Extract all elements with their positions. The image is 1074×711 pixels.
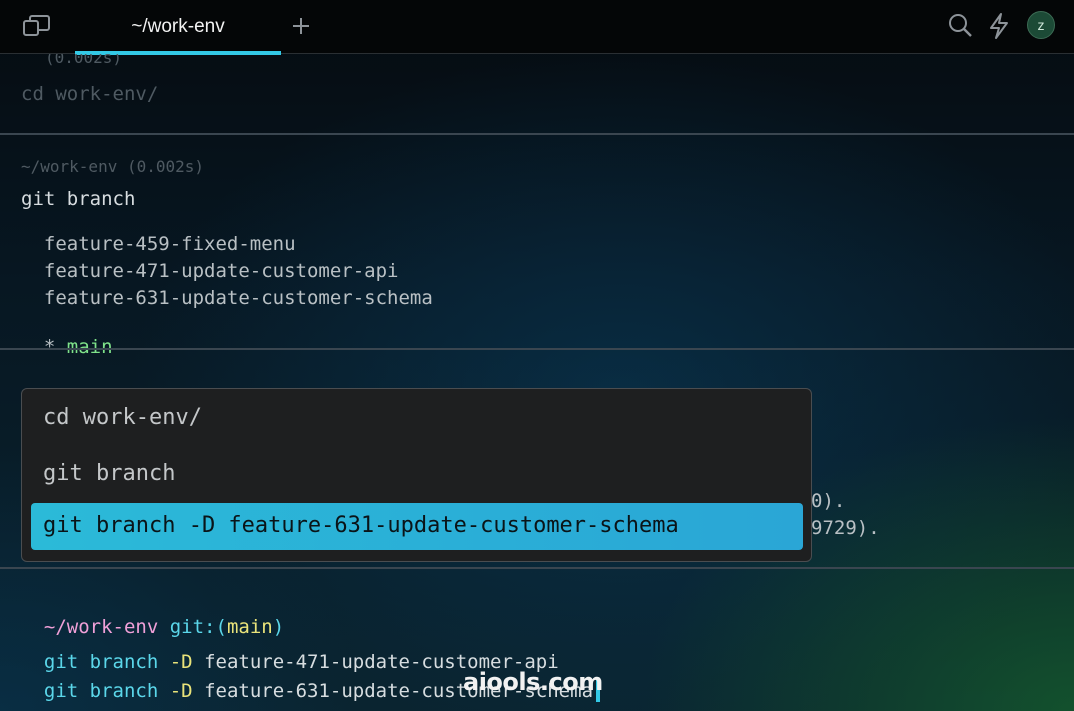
tab-label: ~/work-env (131, 15, 225, 37)
block-output-line: 9729). (811, 517, 880, 539)
block-output-line: 0). (811, 490, 846, 512)
block-divider (0, 567, 1074, 569)
branch-list-item: feature-471-update-customer-api (21, 260, 399, 282)
history-item-selected[interactable]: git branch -D feature-631-update-custome… (31, 503, 803, 550)
plus-icon[interactable] (290, 15, 312, 37)
search-icon[interactable] (948, 13, 974, 39)
avatar-initial: z (1037, 17, 1045, 33)
history-item[interactable]: git branch (43, 461, 175, 486)
block-command: git branch (21, 188, 136, 210)
input-flag: -D (169, 680, 193, 702)
current-branch-name: main (66, 336, 113, 358)
branch-list-item: feature-459-fixed-menu (21, 233, 296, 255)
history-item[interactable]: cd work-env/ (43, 405, 202, 430)
block-command: cd work-env/ (21, 83, 159, 105)
tab-bar: ~/work-env z (0, 0, 1074, 55)
tab-work-env[interactable]: ~/work-env (75, 0, 281, 53)
avatar[interactable]: z (1027, 11, 1055, 39)
watermark: aiools.com (463, 668, 603, 696)
current-branch-line: * main (21, 314, 113, 358)
branch-list-item: feature-631-update-customer-schema (21, 287, 433, 309)
history-item-selected-label: git branch -D feature-631-update-custome… (43, 513, 679, 538)
input-command: git branch (43, 680, 159, 702)
block-header: (0.002s) (45, 54, 123, 67)
command-history-popup: cd work-env/ git branch git branch -D fe… (21, 388, 812, 562)
block-divider (0, 348, 1074, 350)
block-divider (0, 133, 1074, 135)
lightning-icon[interactable] (987, 12, 1011, 40)
sidebar-toggle-icon[interactable] (22, 14, 52, 38)
current-branch-marker: * (43, 336, 67, 358)
block-header: ~/work-env (0.002s) (21, 157, 205, 176)
